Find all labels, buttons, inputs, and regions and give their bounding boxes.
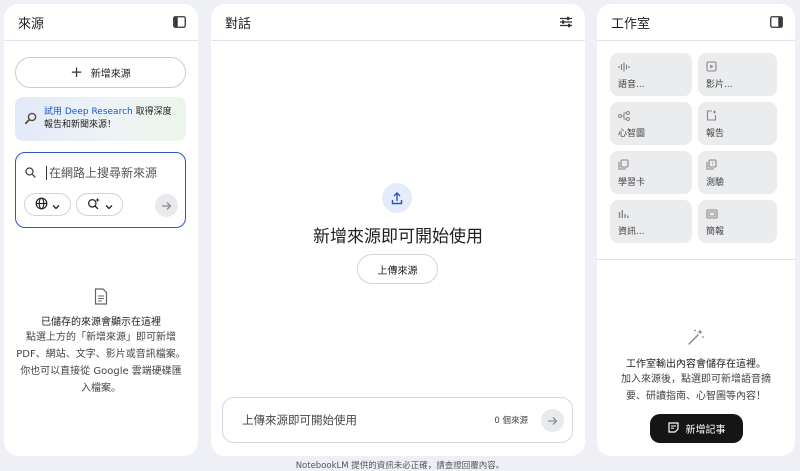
promo-text: 試用 Deep Research 取得深度報告和新聞來源！ [44, 106, 180, 132]
tile-audio-overview[interactable]: 語音... [610, 53, 692, 96]
collapse-panel-icon[interactable] [172, 15, 186, 29]
audio-waveform-icon [618, 60, 692, 73]
chevron-down-icon [52, 195, 60, 214]
tile-flashcards[interactable]: 學習卡 [610, 151, 692, 194]
web-search-input[interactable] [46, 165, 176, 180]
tile-label: 學習卡 [618, 178, 646, 188]
sources-panel: 來源 + 新增來源 試用 Deep Research 取得深度報告和新聞來源！ [4, 4, 198, 456]
chevron-down-icon [105, 195, 113, 214]
chat-title: 對話 [225, 16, 252, 32]
flashcards-icon [618, 158, 692, 171]
chat-header: 對話 [211, 4, 585, 41]
sources-title: 來源 [18, 16, 45, 32]
mind-map-icon [618, 109, 692, 122]
tile-quiz[interactable]: ? 測驗 [698, 151, 777, 194]
tile-label: 影片... [706, 80, 733, 90]
add-note-button[interactable]: 新增記事 [650, 414, 743, 443]
studio-empty-state: 工作室輸出內容會儲存在這裡。 加入來源後，點選即可新增語音摘要、研讀指南、心智圖… [597, 328, 795, 405]
tile-label: 測驗 [706, 178, 725, 188]
note-icon [667, 421, 679, 436]
add-note-label: 新增記事 [685, 425, 726, 436]
search-icon [25, 163, 36, 182]
chat-input-placeholder: 上傳來源即可開始使用 [242, 413, 357, 427]
sources-empty-description: 點選上方的「新增來源」即可新增 PDF、網站、文字、影片或音訊檔案。你也可以直接… [16, 332, 186, 394]
web-search-box [15, 152, 186, 228]
magnifier-icon [24, 110, 38, 129]
research-mode-dropdown[interactable] [76, 193, 123, 216]
slides-icon [706, 207, 777, 220]
arrow-right-icon [161, 196, 172, 215]
magic-wand-icon [687, 329, 705, 350]
chat-send-button[interactable] [541, 408, 564, 432]
report-icon [706, 109, 777, 122]
sources-empty-state: 已儲存的來源會顯示在這裡 點選上方的「新增來源」即可新增 PDF、網站、文字、影… [4, 288, 198, 397]
tile-label: 語音... [618, 80, 645, 90]
source-type-dropdown[interactable] [24, 193, 71, 216]
studio-header: 工作室 [597, 4, 795, 41]
tile-label: 資訊... [618, 227, 645, 237]
deep-research-promo[interactable]: 試用 Deep Research 取得深度報告和新聞來源！ [15, 97, 186, 141]
tile-video-overview[interactable]: 影片... [698, 53, 777, 96]
add-source-label: 新增來源 [90, 69, 131, 80]
chat-settings-icon[interactable] [559, 15, 573, 29]
studio-title: 工作室 [611, 16, 651, 32]
tile-report[interactable]: 報告 [698, 102, 777, 145]
sources-empty-title: 已儲存的來源會顯示在這裡 [41, 317, 161, 328]
studio-divider [597, 259, 795, 260]
footer-disclaimer: NotebookLM 提供的資訊未必正確，請查證回覆內容。 [295, 461, 505, 471]
add-source-button[interactable]: + 新增來源 [15, 57, 186, 88]
collapse-panel-icon[interactable] [769, 15, 783, 29]
upload-source-button[interactable]: 上傳來源 [357, 254, 438, 284]
video-icon [706, 60, 777, 73]
plus-icon: + [70, 63, 83, 81]
studio-empty-description: 加入來源後，點選即可新增語音摘要、研讀指南、心智圖等內容！ [621, 374, 771, 402]
chat-input-box[interactable]: 上傳來源即可開始使用 0 個來源 [222, 397, 573, 443]
studio-panel: 工作室 語音... 影片... 心智圖 報告 學習卡 ? 測驗 資訊... 簡報… [597, 4, 795, 456]
sparkle-search-icon [87, 195, 101, 214]
svg-text:?: ? [711, 162, 714, 168]
search-submit-button[interactable] [155, 194, 178, 217]
sources-header: 來源 [4, 4, 198, 41]
chat-panel: 對話 新增來源即可開始使用 上傳來源 上傳來源即可開始使用 0 個來源 [211, 4, 585, 456]
upload-icon [382, 183, 412, 213]
tile-infographic[interactable]: 資訊... [610, 200, 692, 243]
tile-label: 簡報 [706, 227, 725, 237]
studio-tiles: 語音... 影片... 心智圖 報告 學習卡 ? 測驗 資訊... 簡報 [610, 53, 794, 243]
deep-research-link[interactable]: 試用 Deep Research [44, 107, 133, 117]
tile-label: 心智圖 [618, 129, 646, 139]
document-icon [94, 288, 108, 309]
globe-icon [35, 195, 48, 214]
source-count: 0 個來源 [494, 416, 528, 426]
quiz-icon: ? [706, 158, 777, 171]
arrow-right-icon [547, 411, 558, 430]
infographic-icon [618, 207, 692, 220]
tile-mind-map[interactable]: 心智圖 [610, 102, 692, 145]
chat-empty-headline: 新增來源即可開始使用 [313, 227, 483, 247]
studio-empty-title: 工作室輸出內容會儲存在這裡。 [626, 359, 766, 370]
tile-slides[interactable]: 簡報 [698, 200, 777, 243]
tile-label: 報告 [706, 129, 725, 139]
